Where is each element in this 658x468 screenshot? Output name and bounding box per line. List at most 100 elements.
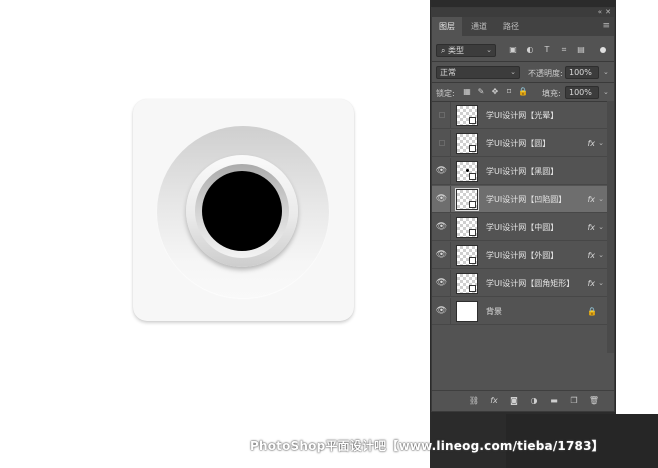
layer-row-outer-circle[interactable]: 👁 学UI设计网【外圆】 fx ⌄ (432, 242, 607, 269)
chevron-down-icon[interactable]: ⌄ (603, 68, 609, 76)
chevron-down-icon[interactable]: ⌄ (598, 214, 604, 241)
layer-name: 学UI设计网【圆角矩形】 (486, 279, 575, 288)
layer-name: 背景 (486, 307, 502, 316)
layer-name: 学UI设计网【黑圆】 (486, 167, 559, 176)
layer-row-background[interactable]: 👁 背景 🔒 (432, 298, 607, 325)
lock-transparent-icon[interactable]: ▦ (462, 87, 472, 97)
shape-filter-icon[interactable]: ⌗ (559, 45, 569, 55)
smart-object-icon (469, 285, 476, 292)
opacity-field[interactable]: 100% (565, 66, 599, 79)
layer-name: 学UI设计网【中圆】 (486, 223, 559, 232)
layer-name: 学UI设计网【圆】 (486, 139, 551, 148)
smart-object-icon (469, 201, 476, 208)
layer-row-circle[interactable]: 学UI设计网【圆】 fx ⌄ (432, 130, 607, 157)
panel-collapse-bar[interactable]: « ✕ (432, 8, 614, 17)
lock-row: 锁定: ▦ ✎ ✥ ⌑ 🔒 填充: 100% ⌄ (432, 83, 614, 101)
layer-row-middle-circle[interactable]: 👁 学UI设计网【中圆】 fx ⌄ (432, 214, 607, 241)
smart-object-filter-icon[interactable]: ▤ (576, 45, 586, 55)
layer-filter-row: ⌕ 类型 ⌄ ▣ ◐ T ⌗ ▤ (432, 41, 614, 61)
fill-label: 填充: (542, 89, 561, 98)
tab-channels[interactable]: 通道 (464, 17, 494, 36)
white-margin (616, 0, 658, 468)
opacity-label: 不透明度: (528, 69, 563, 78)
black-dot-icon (466, 169, 469, 172)
lock-label: 锁定: (436, 89, 455, 98)
black-circle (202, 171, 282, 251)
lock-icon: 🔒 (587, 307, 597, 316)
trash-icon[interactable]: 🗑 (588, 395, 600, 407)
tab-layers[interactable]: 图层 (432, 17, 462, 36)
watermark-text: PhotoShop平面设计吧【www.lineog.com/tieba/1783… (250, 439, 604, 453)
adjustment-layer-icon[interactable]: ◑ (528, 395, 540, 407)
eye-icon[interactable]: 👁 (433, 186, 451, 213)
layer-thumbnail (456, 105, 478, 126)
adjustment-filter-icon[interactable]: ◐ (525, 45, 535, 55)
chevron-down-icon[interactable]: ⌄ (598, 130, 604, 157)
fx-icon[interactable]: fx (488, 395, 500, 407)
filter-toggle-icon[interactable] (600, 47, 606, 53)
eye-icon[interactable]: 👁 (433, 298, 451, 325)
image-filter-icon[interactable]: ▣ (508, 45, 518, 55)
link-layers-icon[interactable]: ⛓ (468, 395, 480, 407)
filter-kind-select[interactable]: ⌕ 类型 ⌄ (436, 44, 496, 57)
search-icon: ⌕ (441, 46, 446, 55)
filter-kind-label: 类型 (448, 46, 465, 55)
fx-icon[interactable]: fx (587, 130, 595, 157)
layer-thumbnail (456, 133, 478, 154)
eye-icon[interactable]: 👁 (433, 270, 451, 297)
layer-row-black-circle[interactable]: 👁 学UI设计网【黑圆】 (432, 158, 607, 185)
new-layer-icon[interactable]: ❐ (568, 395, 580, 407)
layers-scrollbar[interactable] (607, 101, 614, 353)
layer-thumbnail (456, 273, 478, 294)
text-filter-icon[interactable]: T (542, 45, 552, 55)
visibility-toggle[interactable] (433, 130, 451, 157)
close-x-icon[interactable]: ✕ (605, 8, 611, 17)
chevron-down-icon[interactable]: ⌄ (603, 88, 609, 96)
hidden-box-icon (439, 112, 445, 118)
layer-thumbnail (456, 301, 478, 322)
layer-name: 学UI设计网【光晕】 (486, 111, 559, 120)
layer-name: 学UI设计网【外圆】 (486, 251, 559, 260)
layer-thumbnail (455, 188, 479, 211)
blend-mode-select[interactable]: 正常 ⌄ (436, 66, 520, 79)
layer-mask-icon[interactable]: ◙ (508, 395, 520, 407)
chevron-down-icon: ⌄ (510, 68, 516, 76)
fx-icon[interactable]: fx (587, 270, 595, 297)
smart-object-icon (469, 145, 476, 152)
blend-mode-value: 正常 (440, 68, 456, 77)
hidden-box-icon (439, 140, 445, 146)
chevron-down-icon[interactable]: ⌄ (598, 242, 604, 269)
eye-icon[interactable]: 👁 (433, 242, 451, 269)
panel-tabs: 图层 通道 路径 ≡ (432, 17, 614, 36)
tab-paths[interactable]: 路径 (496, 17, 526, 36)
visibility-toggle[interactable] (433, 102, 451, 129)
fill-field[interactable]: 100% (565, 86, 599, 99)
blend-row: 正常 ⌄ 不透明度: 100% ⌄ (432, 62, 614, 82)
new-group-icon[interactable]: ▬ (548, 395, 560, 407)
chevron-down-icon: ⌄ (486, 46, 492, 54)
layer-row-recessed-circle[interactable]: 👁 学UI设计网【凹陷圆】 fx ⌄ (432, 186, 607, 213)
smart-object-icon (469, 229, 476, 236)
fx-icon[interactable]: fx (587, 242, 595, 269)
smart-object-icon (469, 257, 476, 264)
smart-object-icon (469, 117, 476, 124)
smart-object-icon (469, 173, 476, 180)
lock-artboard-icon[interactable]: ⌑ (504, 87, 514, 97)
layer-row-rounded-rect[interactable]: 👁 学UI设计网【圆角矩形】 fx ⌄ (432, 270, 607, 297)
fx-icon[interactable]: fx (587, 186, 595, 213)
chevron-down-icon[interactable]: ⌄ (598, 186, 604, 213)
eye-icon[interactable]: 👁 (433, 214, 451, 241)
panel-menu-icon[interactable]: ≡ (602, 20, 610, 32)
lock-pixels-icon[interactable]: ✎ (476, 87, 486, 97)
chevron-down-icon[interactable]: ⌄ (598, 270, 604, 297)
panel-footer: ⛓ fx ◙ ◑ ▬ ❐ 🗑 (432, 390, 614, 412)
layer-name: 学UI设计网【凹陷圆】 (486, 195, 567, 204)
lock-position-icon[interactable]: ✥ (490, 87, 500, 97)
layer-thumbnail (456, 161, 478, 182)
eye-icon[interactable]: 👁 (433, 158, 451, 185)
collapse-double-arrow-icon[interactable]: « (598, 8, 602, 17)
fx-icon[interactable]: fx (587, 214, 595, 241)
layer-thumbnail (456, 217, 478, 238)
layer-row-glow[interactable]: 学UI设计网【光晕】 (432, 102, 607, 129)
lock-all-icon[interactable]: 🔒 (518, 87, 528, 97)
